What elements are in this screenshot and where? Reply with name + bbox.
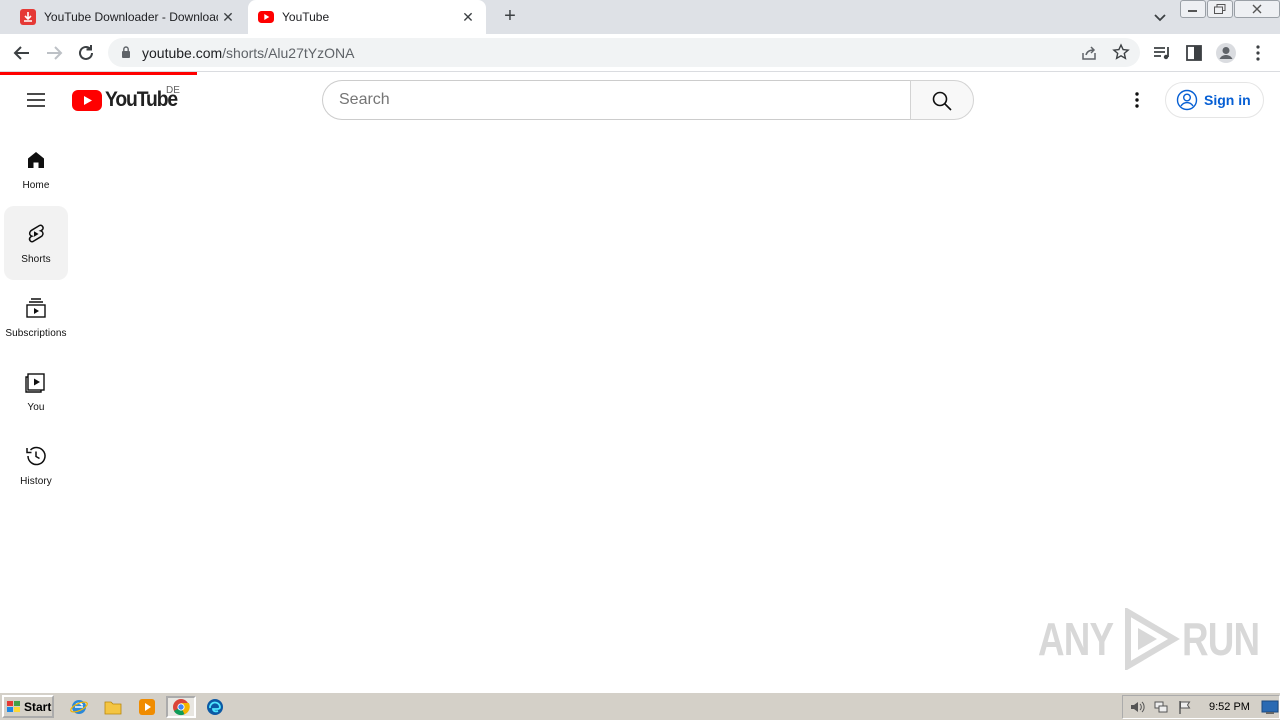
region-code: DE [166, 85, 180, 96]
search-box [322, 80, 911, 120]
action-center-flag-icon[interactable] [1177, 699, 1193, 715]
settings-more-icon[interactable] [1125, 88, 1149, 112]
bookmark-star-icon[interactable] [1112, 43, 1130, 61]
taskbar-chrome[interactable] [166, 696, 196, 718]
guide-item-label: Home [22, 180, 50, 191]
tab-strip: YouTube Downloader - Download YouTube Vi… [0, 0, 1280, 34]
start-label: Start [24, 699, 52, 714]
guide-item-subscriptions[interactable]: Subscriptions [4, 280, 68, 354]
guide-menu-icon[interactable] [24, 88, 48, 112]
new-tab-button[interactable]: + [498, 5, 522, 29]
search-icon [932, 91, 952, 111]
subscriptions-icon [26, 298, 46, 318]
home-icon [28, 152, 44, 168]
guide-item-shorts[interactable]: Shorts [4, 206, 68, 280]
guide-item-label: Shorts [21, 254, 51, 265]
browser-toolbar: youtube.com/shorts/Alu27tYzONA [0, 34, 1280, 72]
watermark-text-left: ANY [1038, 613, 1114, 665]
back-arrow-icon[interactable] [11, 42, 33, 64]
edge-icon [207, 699, 223, 715]
show-desktop-icon[interactable] [1261, 699, 1279, 715]
taskbar: Start 9:52 PM [0, 692, 1280, 720]
close-icon [1252, 4, 1262, 14]
shorts-icon [28, 224, 44, 243]
you-library-icon [25, 373, 45, 393]
history-icon [26, 446, 46, 466]
side-panel-icon[interactable] [1183, 42, 1205, 64]
tab-youtube[interactable]: YouTube ✕ [248, 0, 486, 34]
media-player-icon [139, 699, 155, 715]
taskbar-explorer[interactable] [100, 696, 126, 718]
url-path: /shorts/Alu27tYzONA [222, 45, 355, 61]
profile-avatar-icon[interactable] [1215, 42, 1237, 64]
search-input[interactable] [323, 81, 883, 119]
watermark-play-icon [1125, 608, 1181, 670]
tab-title: YouTube [282, 10, 330, 24]
chrome-icon [173, 699, 190, 716]
url-host: youtube.com [142, 45, 223, 61]
youtube-play-logo-icon [72, 89, 102, 111]
network-icon[interactable] [1153, 699, 1169, 715]
system-tray: 9:52 PM [1122, 695, 1280, 719]
page-load-progress [0, 72, 197, 75]
minimize-button[interactable] [1180, 0, 1206, 18]
internet-explorer-icon [70, 700, 88, 714]
volume-icon[interactable] [1129, 699, 1145, 715]
media-controls-icon[interactable] [1151, 42, 1173, 64]
tab-title: YouTube Downloader - Download YouTube Vi… [44, 10, 218, 24]
chrome-menu-icon[interactable] [1247, 42, 1269, 64]
clock[interactable]: 9:52 PM [1209, 701, 1250, 713]
taskbar-media-player[interactable] [134, 696, 160, 718]
restore-icon [1214, 4, 1226, 14]
guide-item-home[interactable]: Home [4, 132, 68, 206]
guide-item-label: Subscriptions [5, 328, 67, 339]
reload-icon[interactable] [75, 42, 97, 64]
window-controls [1179, 0, 1280, 20]
start-button[interactable]: Start [2, 695, 54, 718]
sign-in-button[interactable]: Sign in [1165, 82, 1264, 118]
taskbar-ie[interactable] [66, 696, 92, 718]
address-bar[interactable]: youtube.com/shorts/Alu27tYzONA [108, 38, 1140, 67]
folder-icon [104, 701, 122, 715]
download-favicon-icon [20, 9, 36, 25]
url-text: youtube.com/shorts/Alu27tYzONA [142, 45, 354, 61]
window-close-button[interactable] [1234, 0, 1280, 18]
close-tab-icon[interactable]: ✕ [460, 9, 476, 25]
tab-youtube-downloader[interactable]: YouTube Downloader - Download YouTube Vi… [10, 0, 246, 34]
restore-button[interactable] [1207, 0, 1233, 18]
guide-item-history[interactable]: History [4, 428, 68, 502]
sign-in-label: Sign in [1204, 92, 1251, 108]
close-tab-icon[interactable]: ✕ [220, 9, 236, 25]
tab-search-icon[interactable] [1150, 7, 1170, 27]
guide-item-label: History [20, 476, 52, 487]
guide-item-label: You [27, 402, 45, 413]
minimize-icon [1188, 10, 1197, 12]
lock-icon[interactable] [120, 45, 132, 59]
search-button[interactable] [910, 80, 974, 120]
guide-sidebar: Home Shorts Subscriptions You History [4, 132, 68, 502]
watermark-text-right: RUN [1182, 613, 1260, 665]
guide-item-you[interactable]: You [4, 354, 68, 428]
windows-logo-icon [7, 700, 20, 712]
youtube-logo[interactable]: YouTube DE [72, 85, 183, 112]
forward-arrow-icon[interactable] [43, 42, 65, 64]
share-icon[interactable] [1080, 44, 1098, 62]
taskbar-edge[interactable] [202, 696, 228, 718]
youtube-favicon-icon [258, 11, 274, 23]
anyrun-watermark: ANY RUN [1038, 608, 1279, 670]
account-circle-icon [1176, 89, 1198, 111]
